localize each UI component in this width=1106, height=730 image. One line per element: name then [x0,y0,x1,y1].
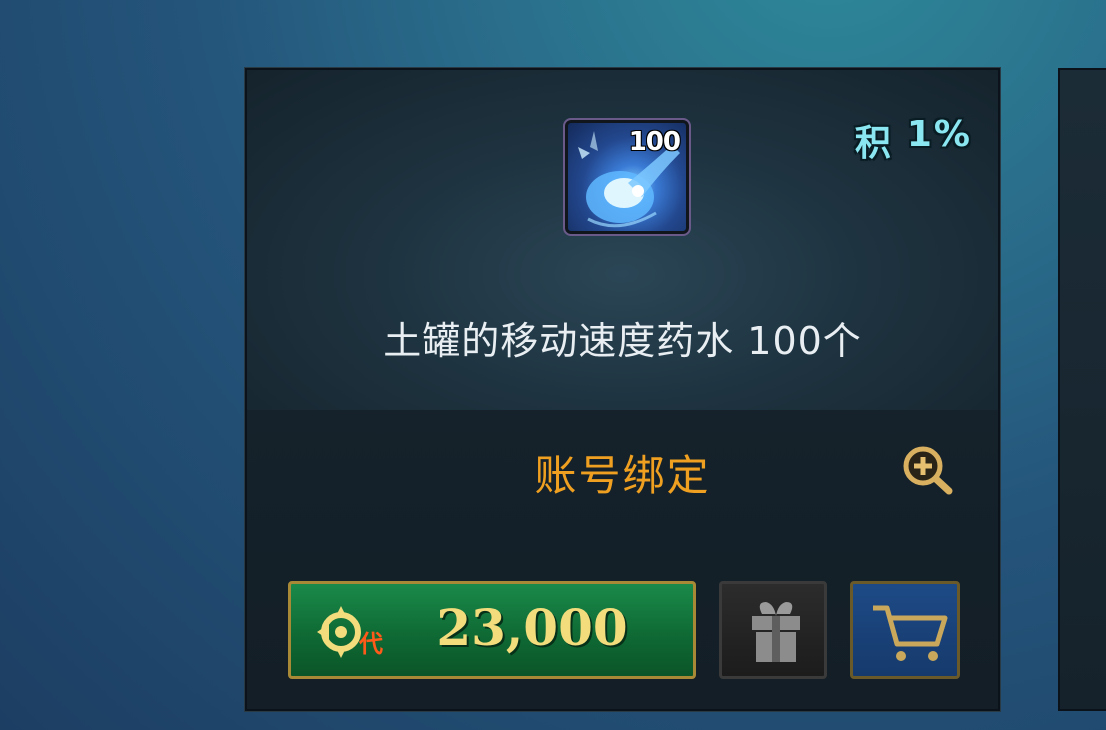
gift-button[interactable] [719,581,827,679]
zoom-in-icon[interactable] [897,442,959,496]
price-value: 23,000 [436,598,628,657]
buy-button[interactable]: 代 23,000 [288,581,696,679]
add-to-cart-button[interactable] [850,581,960,679]
bind-type-label: 账号绑定 [534,451,711,500]
next-shop-item-card-partial [1058,68,1106,711]
point-rate-label: 积 [854,123,893,164]
item-name: 土罐的移动速度药水 100个 [383,319,862,363]
dai-coin-icon: 代 [315,604,383,660]
zoom-in-graphic [903,446,953,495]
gift-icon [752,602,800,662]
item-quantity-overlay: 100 [628,127,681,157]
point-rate-value: 1% [906,114,972,155]
currency-label: 代 [358,630,383,658]
point-rate-badge: 积 1% [855,114,972,166]
potion-icon[interactable]: 100 [563,118,691,236]
shop-item-card: 积 1% 100 土罐的移动速度药水 100个 账号绑定 代 23,000 [244,67,1001,712]
cart-icon [873,605,948,661]
coin-graphic: 代 [317,606,383,658]
